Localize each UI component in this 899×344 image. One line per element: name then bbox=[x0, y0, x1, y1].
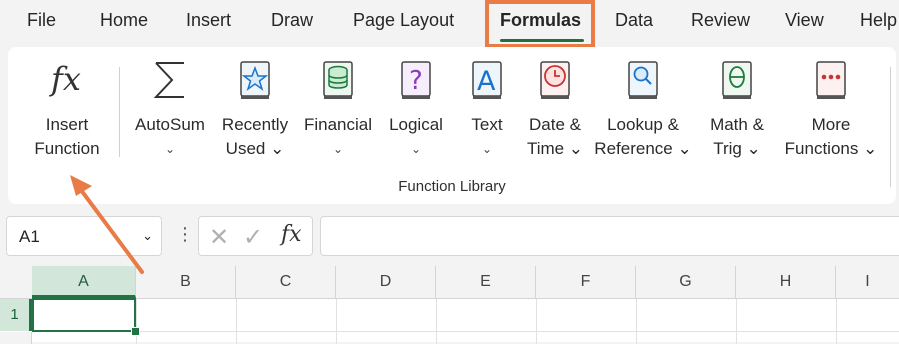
formula-input[interactable] bbox=[320, 216, 899, 256]
lookup-reference-label-2: Reference ⌄ bbox=[594, 139, 692, 158]
fx-icon: fx bbox=[47, 59, 87, 104]
math-trig-button[interactable]: Math & Trig ⌄ bbox=[696, 47, 778, 172]
more-functions-label-2: Functions ⌄ bbox=[784, 139, 878, 158]
question-book-icon: ? bbox=[397, 57, 435, 108]
tab-insert[interactable]: Insert bbox=[186, 10, 231, 31]
date-time-label-2: Time ⌄ bbox=[526, 139, 584, 158]
formula-tools: ✕ ✓ fx bbox=[198, 216, 313, 256]
gridline bbox=[736, 299, 737, 344]
insert-function-button[interactable]: fx Insert Function bbox=[16, 47, 118, 172]
column-headers: A B C D E F G H I bbox=[0, 266, 899, 299]
more-functions-button[interactable]: More Functions ⌄ bbox=[778, 47, 884, 172]
vertical-dots-icon[interactable]: ⋮ bbox=[176, 224, 194, 245]
math-trig-label-2: Trig ⌄ bbox=[713, 139, 761, 158]
coins-book-icon bbox=[319, 57, 357, 108]
clock-book-icon bbox=[536, 57, 574, 108]
column-header-f[interactable]: F bbox=[536, 266, 636, 298]
tab-data[interactable]: Data bbox=[615, 10, 653, 31]
sigma-icon bbox=[150, 57, 190, 108]
name-box[interactable]: A1 ⌄ bbox=[6, 216, 162, 256]
lookup-reference-button[interactable]: Lookup & Reference ⌄ bbox=[592, 47, 694, 172]
cancel-icon[interactable]: ✕ bbox=[209, 223, 229, 252]
ribbon-separator bbox=[119, 67, 120, 157]
gridline bbox=[536, 299, 537, 344]
select-all-corner[interactable] bbox=[0, 266, 33, 298]
text-button[interactable]: A Text ⌄ bbox=[456, 47, 518, 172]
insert-function-label-1: Insert bbox=[45, 115, 89, 134]
function-library-group-label: Function Library bbox=[398, 178, 506, 195]
lookup-reference-label-1: Lookup & bbox=[607, 115, 679, 134]
star-book-icon bbox=[236, 57, 274, 108]
gridline bbox=[236, 299, 237, 344]
recently-used-label-2: Used ⌄ bbox=[225, 139, 285, 158]
text-chevron-icon: ⌄ bbox=[481, 142, 493, 156]
ribbon-function-library: fx Insert Function AutoSum ⌄ Recently Us… bbox=[8, 47, 896, 204]
svg-text:fx: fx bbox=[49, 60, 81, 98]
gridline bbox=[836, 299, 837, 344]
gridline bbox=[32, 331, 899, 332]
recently-used-label-1: Recently bbox=[221, 115, 289, 134]
logical-label: Logical bbox=[389, 115, 443, 134]
dots-book-icon bbox=[812, 57, 850, 108]
more-functions-label-1: More bbox=[811, 115, 851, 134]
formulas-tab-highlight bbox=[485, 0, 595, 48]
math-trig-label-1: Math & bbox=[710, 115, 764, 134]
column-header-d[interactable]: D bbox=[336, 266, 436, 298]
ribbon-separator-right bbox=[890, 67, 891, 187]
autosum-button[interactable]: AutoSum ⌄ bbox=[127, 47, 213, 172]
text-book-icon: A bbox=[468, 57, 506, 108]
row-header-1[interactable]: 1 bbox=[0, 299, 32, 331]
row-header-2[interactable] bbox=[0, 332, 32, 344]
autosum-chevron-icon: ⌄ bbox=[164, 142, 176, 156]
tab-home[interactable]: Home bbox=[100, 10, 148, 31]
chevron-down-icon[interactable]: ⌄ bbox=[142, 228, 153, 244]
column-header-b[interactable]: B bbox=[136, 266, 236, 298]
financial-button[interactable]: Financial ⌄ bbox=[298, 47, 378, 172]
menu-tabs: File Home Insert Draw Page Layout Formul… bbox=[0, 0, 899, 44]
gridline bbox=[136, 299, 137, 344]
enter-check-icon[interactable]: ✓ bbox=[243, 223, 263, 252]
autosum-label: AutoSum bbox=[135, 115, 205, 134]
recently-used-button[interactable]: Recently Used ⌄ bbox=[215, 47, 295, 172]
column-header-i[interactable]: I bbox=[836, 266, 899, 298]
tab-help[interactable]: Help bbox=[860, 10, 897, 31]
svg-text:?: ? bbox=[409, 66, 423, 96]
column-header-g[interactable]: G bbox=[636, 266, 736, 298]
tab-view[interactable]: View bbox=[785, 10, 824, 31]
active-cell-a1[interactable] bbox=[32, 298, 136, 332]
theta-book-icon bbox=[718, 57, 756, 108]
svg-text:A: A bbox=[477, 66, 496, 97]
spreadsheet-grid: A B C D E F G H I 1 bbox=[0, 266, 899, 344]
tab-page-layout[interactable]: Page Layout bbox=[353, 10, 454, 31]
fill-handle[interactable] bbox=[131, 327, 140, 336]
date-time-button[interactable]: Date & Time ⌄ bbox=[517, 47, 593, 172]
insert-function-label-2: Function bbox=[34, 139, 100, 158]
financial-chevron-icon: ⌄ bbox=[332, 142, 344, 156]
column-header-h[interactable]: H bbox=[736, 266, 836, 298]
logical-button[interactable]: ? Logical ⌄ bbox=[380, 47, 452, 172]
column-header-a[interactable]: A bbox=[32, 266, 136, 298]
name-box-value: A1 bbox=[19, 227, 40, 246]
insert-function-fx-icon[interactable]: fx bbox=[281, 222, 302, 247]
tab-draw[interactable]: Draw bbox=[271, 10, 313, 31]
gridline bbox=[436, 299, 437, 344]
column-header-e[interactable]: E bbox=[436, 266, 536, 298]
tab-review[interactable]: Review bbox=[691, 10, 750, 31]
gridline bbox=[336, 299, 337, 344]
column-header-c[interactable]: C bbox=[236, 266, 336, 298]
date-time-label-1: Date & bbox=[529, 115, 581, 134]
text-label: Text bbox=[471, 115, 503, 134]
logical-chevron-icon: ⌄ bbox=[410, 142, 422, 156]
financial-label: Financial bbox=[303, 115, 373, 134]
gridline bbox=[636, 299, 637, 344]
magnifier-book-icon bbox=[624, 57, 662, 108]
tab-file[interactable]: File bbox=[27, 10, 56, 31]
